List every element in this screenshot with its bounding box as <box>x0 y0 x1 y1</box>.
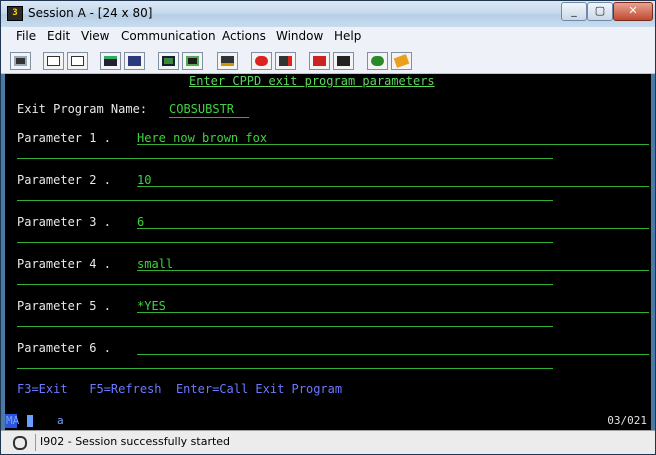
menu-help[interactable]: Help <box>334 29 361 43</box>
menu-view[interactable]: View <box>81 29 109 43</box>
oia-indicator: a <box>57 414 64 427</box>
parameter-4-underline-2 <box>17 284 553 285</box>
status-bar: I902 - Session successfully started <box>1 430 655 454</box>
parameter-4-label: Parameter 4 . <box>17 257 111 271</box>
screen-header: Enter CPPD exit program parameters <box>189 74 435 88</box>
send-file-icon[interactable] <box>100 52 121 70</box>
globe-icon[interactable] <box>367 52 388 70</box>
exit-program-label: Exit Program Name: <box>17 102 148 116</box>
map-keyboard-icon[interactable] <box>182 52 203 70</box>
parameter-1-underline <box>137 144 649 145</box>
parameter-5-field[interactable]: *YES <box>137 299 166 313</box>
receive-file-icon[interactable] <box>124 52 145 70</box>
parameter-1-label: Parameter 1 . <box>17 131 111 145</box>
parameter-6-label: Parameter 6 . <box>17 341 111 355</box>
operator-information-area: MA a 03/021 <box>5 413 651 430</box>
parameter-6-underline-2 <box>17 368 553 369</box>
close-button[interactable]: ✕ <box>613 2 653 21</box>
oia-mode: MA <box>6 414 20 427</box>
toolbar <box>1 47 655 74</box>
setup-session-icon[interactable] <box>217 52 238 70</box>
parameter-2-label: Parameter 2 . <box>17 173 111 187</box>
parameter-2-underline <box>137 186 649 187</box>
parameter-1-underline-2 <box>17 158 553 159</box>
exit-program-field[interactable]: COBSUBSTR <box>169 102 234 116</box>
parameter-2-field[interactable]: 10 <box>137 173 151 187</box>
parameter-5-underline <box>137 312 649 313</box>
connection-icon <box>11 435 27 450</box>
copy-icon[interactable] <box>43 52 64 70</box>
macro-list-icon[interactable] <box>333 52 354 70</box>
parameter-5-label: Parameter 5 . <box>17 299 111 313</box>
parameter-2-underline-2 <box>17 200 553 201</box>
parameter-4-field[interactable]: small <box>137 257 173 271</box>
minimize-button[interactable]: _ <box>561 2 587 21</box>
emulator-window: 3 Session A - [24 x 80] _ ▢ ✕ File Edit … <box>0 0 656 455</box>
menu-communication[interactable]: Communication <box>121 29 216 43</box>
parameter-6-underline <box>137 354 649 355</box>
record-macro-icon[interactable] <box>251 52 272 70</box>
status-divider <box>35 434 36 451</box>
parameter-3-label: Parameter 3 . <box>17 215 111 229</box>
oia-cursor <box>27 415 33 427</box>
print-screen-icon[interactable] <box>10 52 31 70</box>
menu-bar: File Edit View Communication Actions Win… <box>1 27 655 47</box>
cursor-position: 03/021 <box>607 414 647 427</box>
parameter-5-underline-2 <box>17 326 553 327</box>
app-icon[interactable]: 3 <box>7 6 23 21</box>
menu-edit[interactable]: Edit <box>47 29 70 43</box>
paste-icon[interactable] <box>67 52 88 70</box>
parameter-1-field[interactable]: Here now brown fox <box>137 131 267 145</box>
function-keys-line: F3=Exit F5=Refresh Enter=Call Exit Progr… <box>17 382 343 396</box>
play-macro-icon[interactable] <box>309 52 330 70</box>
display-keypad-icon[interactable] <box>158 52 179 70</box>
exit-program-underline <box>169 117 249 118</box>
customize-icon[interactable] <box>391 52 412 70</box>
menu-actions[interactable]: Actions <box>222 29 266 43</box>
status-message: I902 - Session successfully started <box>40 435 231 448</box>
maximize-button[interactable]: ▢ <box>587 2 613 21</box>
parameter-3-underline <box>137 228 649 229</box>
title-bar[interactable]: 3 Session A - [24 x 80] _ ▢ ✕ <box>1 1 655 27</box>
stop-macro-icon[interactable] <box>275 52 296 70</box>
window-title: Session A - [24 x 80] <box>28 6 153 20</box>
parameter-3-underline-2 <box>17 242 553 243</box>
terminal-screen[interactable]: Enter CPPD exit program parameters Exit … <box>5 74 651 413</box>
parameter-4-underline <box>137 270 649 271</box>
menu-file[interactable]: File <box>16 29 36 43</box>
parameter-3-field[interactable]: 6 <box>137 215 144 229</box>
menu-window[interactable]: Window <box>276 29 323 43</box>
